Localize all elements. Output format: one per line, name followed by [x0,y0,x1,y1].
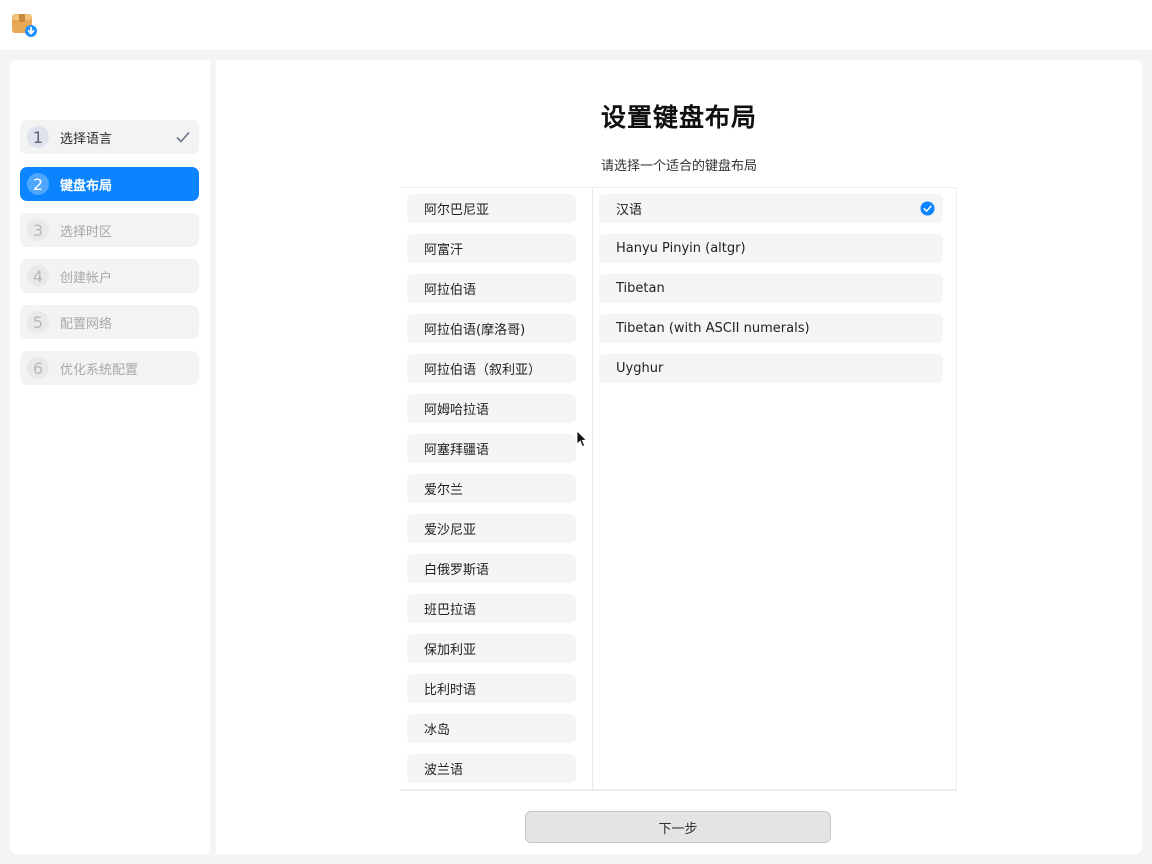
language-item[interactable]: 波兰语 [407,754,576,783]
language-item[interactable]: 阿拉伯语（叙利亚） [407,354,576,383]
step-keyboard-layout[interactable]: 2 键盘布局 [20,167,199,201]
step-optimize-system: 6 优化系统配置 [20,351,199,385]
step-configure-network: 5 配置网络 [20,305,199,339]
layout-item-label: Tibetan [616,281,665,296]
layout-variant-list[interactable]: 汉语 Hanyu Pinyin (altgr) Tibetan Tibetan … [599,194,943,394]
mouse-cursor-icon [576,430,588,448]
language-item[interactable]: 阿拉伯语 [407,274,576,303]
step-number: 1 [27,126,49,148]
title-bar [0,0,1152,50]
step-label: 选择语言 [60,131,113,147]
layout-item[interactable]: Uyghur [599,354,943,383]
layout-item-label: Hanyu Pinyin (altgr) [616,241,746,256]
step-label: 配置网络 [60,316,113,332]
page-title: 设置键盘布局 [600,103,757,132]
layout-item[interactable]: Hanyu Pinyin (altgr) [599,234,943,263]
language-item[interactable]: 阿姆哈拉语 [407,394,576,423]
installer-package-icon [12,14,37,37]
language-item[interactable]: 阿拉伯语(摩洛哥) [407,314,576,343]
layout-item-label: 汉语 [616,203,643,218]
language-item[interactable]: 爱沙尼亚 [407,514,576,543]
step-label: 键盘布局 [60,178,113,194]
keyboard-layout-picker: 阿尔巴尼亚 阿富汗 阿拉伯语 阿拉伯语(摩洛哥) 阿拉伯语（叙利亚） 阿姆哈拉语… [401,187,957,791]
step-label: 创建帐户 [60,270,113,286]
step-select-language[interactable]: 1 选择语言 [20,120,199,154]
language-item[interactable]: 爱尔兰 [407,474,576,503]
selected-check-icon [920,201,935,216]
language-item[interactable]: 阿塞拜疆语 [407,434,576,463]
step-number: 5 [27,311,49,333]
column-divider [592,188,593,790]
next-button[interactable]: 下一步 [525,811,831,843]
language-item[interactable]: 冰岛 [407,714,576,743]
main-panel: 设置键盘布局 请选择一个适合的键盘布局 阿尔巴尼亚 阿富汗 阿拉伯语 阿拉伯语(… [216,60,1142,854]
step-label: 选择时区 [60,224,113,240]
layout-item[interactable]: Tibetan [599,274,943,303]
step-number: 2 [27,173,49,195]
step-select-timezone: 3 选择时区 [20,213,199,247]
language-list[interactable]: 阿尔巴尼亚 阿富汗 阿拉伯语 阿拉伯语(摩洛哥) 阿拉伯语（叙利亚） 阿姆哈拉语… [407,194,576,794]
step-label: 优化系统配置 [60,362,139,378]
steps-sidebar: 1 选择语言 2 键盘布局 3 选择时区 4 创建帐户 5 配置网络 6 优化系… [10,60,210,854]
step-number: 6 [27,357,49,379]
language-item[interactable]: 班巴拉语 [407,594,576,623]
language-item[interactable]: 保加利亚 [407,634,576,663]
layout-item-selected[interactable]: 汉语 [599,194,943,223]
layout-item[interactable]: Tibetan (with ASCII numerals) [599,314,943,343]
language-item[interactable]: 阿富汗 [407,234,576,263]
language-item[interactable]: 阿尔巴尼亚 [407,194,576,223]
layout-item-label: Tibetan (with ASCII numerals) [616,321,810,336]
checkmark-icon [176,131,190,143]
step-number: 4 [27,265,49,287]
language-item[interactable]: 比利时语 [407,674,576,703]
step-number: 3 [27,219,49,241]
language-item[interactable]: 白俄罗斯语 [407,554,576,583]
layout-item-label: Uyghur [616,361,664,376]
step-create-account: 4 创建帐户 [20,259,199,293]
page-subtitle: 请选择一个适合的键盘布局 [600,159,757,174]
